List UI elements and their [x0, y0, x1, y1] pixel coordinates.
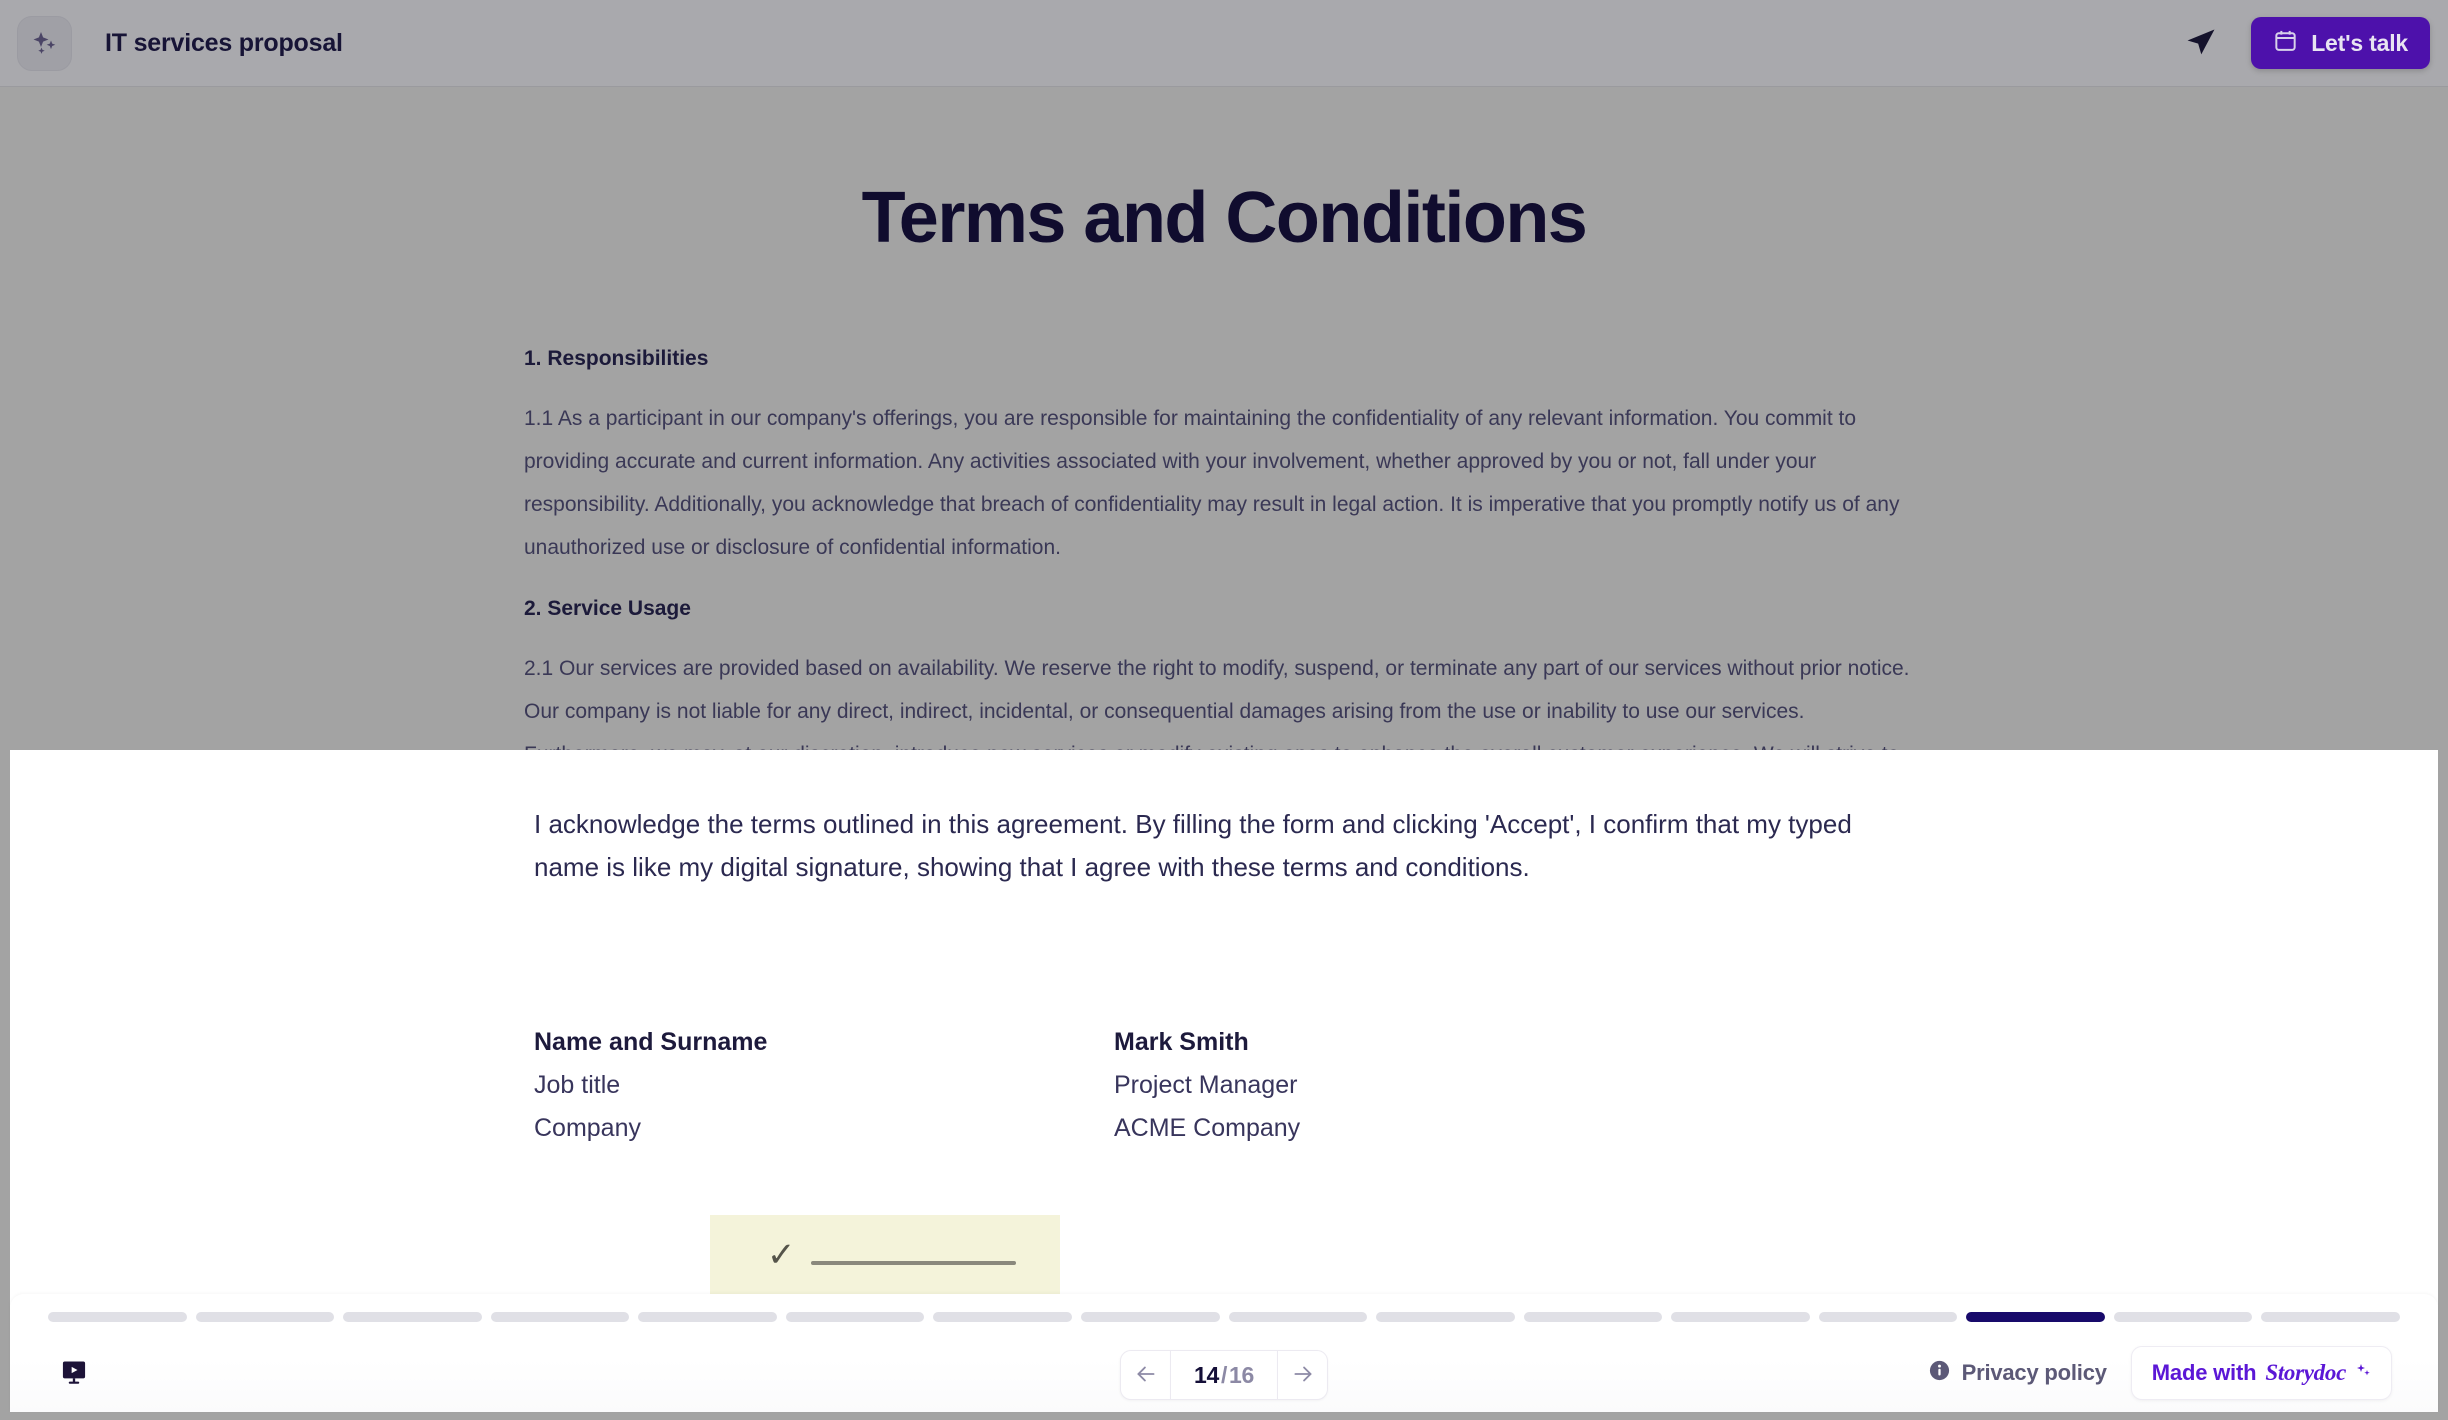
progress-segment-8[interactable]	[1080, 1312, 1220, 1322]
signature-form: Name and Surname Job title Company Mark …	[534, 889, 1914, 1150]
slide-content: Terms and Conditions 1. Responsibilities…	[0, 87, 2448, 750]
value-job-title: Project Manager	[1114, 1071, 1298, 1099]
page-separator: /	[1220, 1361, 1228, 1388]
footer-right: Privacy policy Made with Storydoc	[1928, 1346, 2392, 1400]
form-labels-column: Name and Surname Job title Company	[534, 1021, 1114, 1150]
progress-segment-7[interactable]	[933, 1312, 1072, 1322]
privacy-policy-link[interactable]: Privacy policy	[1928, 1359, 2107, 1388]
acknowledgement-text: I acknowledge the terms outlined in this…	[534, 809, 1852, 882]
lets-talk-button[interactable]: Let's talk	[2251, 17, 2430, 69]
form-values-column: Mark Smith Project Manager ACME Company	[1114, 1021, 1914, 1150]
send-paper-plane-icon[interactable]	[2173, 15, 2229, 71]
made-with-prefix: Made with	[2151, 1360, 2257, 1385]
document-title: IT services proposal	[105, 28, 343, 57]
arrow-right-icon	[1290, 1361, 1316, 1390]
terms-body: 1. Responsibilities 1.1 As a participant…	[524, 259, 1924, 750]
top-bar: IT services proposal Let's talk	[0, 0, 2448, 87]
progress-segment-4[interactable]	[490, 1312, 630, 1322]
progress-segment-2[interactable]	[195, 1312, 335, 1322]
sparkles-icon	[30, 28, 60, 58]
progress-segment-5[interactable]	[638, 1312, 777, 1322]
sparkle-icon	[2355, 1363, 2371, 1384]
total-pages: 16	[1229, 1361, 1255, 1388]
bottom-bar: 14 / 16 Privacy policy Made with Storydo…	[10, 1294, 2438, 1412]
progress-segment-15[interactable]	[2113, 1312, 2253, 1322]
page-indicator: 14 / 16	[1171, 1351, 1277, 1399]
label-job-title: Job title	[534, 1071, 621, 1099]
presentation-screen-icon[interactable]	[60, 1358, 88, 1386]
app-root: IT services proposal Let's talk Terms an…	[0, 0, 2448, 1420]
signature-line	[810, 1261, 1016, 1265]
section-body: 2.1 Our services are provided based on a…	[524, 657, 1910, 750]
progress-segment-10[interactable]	[1376, 1312, 1515, 1322]
pager: 14 / 16	[1119, 1350, 1329, 1400]
value-name-and-surname: Mark Smith	[1114, 1028, 1249, 1056]
label-name-and-surname: Name and Surname	[534, 1028, 768, 1056]
previous-slide-button[interactable]	[1121, 1351, 1170, 1399]
agreement-panel: I acknowledge the terms outlined in this…	[10, 750, 2438, 1320]
progress-segment-14[interactable]	[1966, 1312, 2105, 1322]
current-page: 14	[1193, 1361, 1219, 1388]
privacy-policy-label: Privacy policy	[1961, 1360, 2107, 1385]
arrow-left-icon	[1132, 1361, 1158, 1390]
progress-segment-6[interactable]	[785, 1312, 925, 1322]
lets-talk-label: Let's talk	[2311, 29, 2408, 56]
info-icon	[1928, 1359, 1951, 1388]
progress-segment-9[interactable]	[1228, 1312, 1368, 1322]
checkmark-icon: ✓	[767, 1236, 796, 1274]
progress-segment-12[interactable]	[1671, 1312, 1810, 1322]
next-slide-button[interactable]	[1278, 1351, 1327, 1399]
signature-field[interactable]: ✓	[710, 1215, 1060, 1295]
progress-segment-1[interactable]	[48, 1312, 187, 1322]
top-bar-actions: Let's talk	[2173, 15, 2448, 71]
value-company: ACME Company	[1114, 1114, 1301, 1142]
progress-segment-3[interactable]	[343, 1312, 482, 1322]
slide-title: Terms and Conditions	[861, 178, 1588, 258]
section-body: 1.1 As a participant in our company's of…	[524, 407, 1900, 559]
section-heading: 1. Responsibilities	[524, 347, 709, 370]
progress-segment-13[interactable]	[1818, 1312, 1958, 1322]
terms-section: 1. Responsibilities 1.1 As a participant…	[524, 347, 1924, 569]
section-heading: 2. Service Usage	[524, 597, 691, 620]
made-with-storydoc-button[interactable]: Made with Storydoc	[2130, 1346, 2392, 1400]
storydoc-brand: Storydoc	[2265, 1360, 2346, 1385]
progress-segment-16[interactable]	[2261, 1312, 2400, 1322]
label-company: Company	[534, 1114, 641, 1142]
progress-segment-11[interactable]	[1523, 1312, 1663, 1322]
calendar-icon	[2273, 28, 2298, 59]
slide-progress-bar[interactable]	[10, 1312, 2438, 1322]
logo-button[interactable]	[17, 15, 72, 71]
terms-section: 2. Service Usage 2.1 Our services are pr…	[524, 597, 1924, 750]
